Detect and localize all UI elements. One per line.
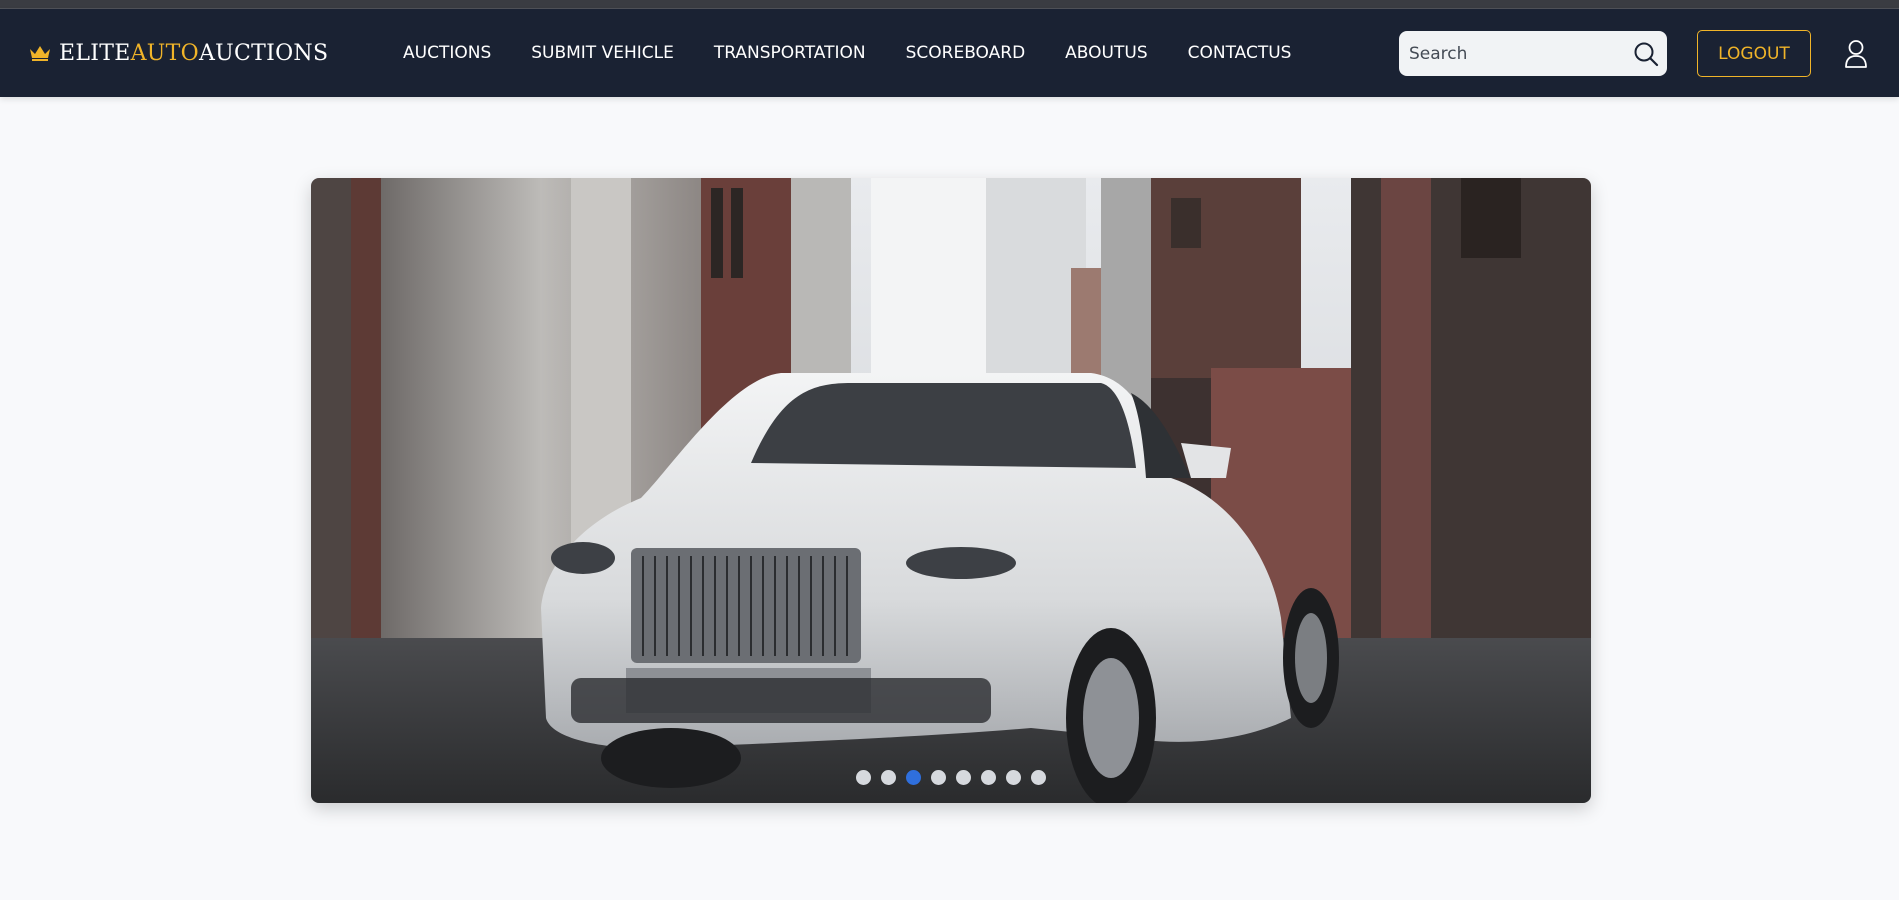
search-icon[interactable]: [1633, 41, 1659, 67]
browser-top-strip: [0, 0, 1899, 9]
main-nav: AUCTIONS SUBMIT VEHICLE TRANSPORTATION S…: [403, 9, 1331, 97]
nav-transportation[interactable]: TRANSPORTATION: [714, 43, 866, 63]
brand-logo[interactable]: ELITEAUTOAUCTIONS: [29, 9, 328, 97]
nav-aboutus[interactable]: ABOUTUS: [1065, 43, 1147, 63]
brand-name-accent: AUTO: [130, 40, 199, 66]
carousel-dot-2[interactable]: [881, 770, 896, 785]
user-icon[interactable]: [1844, 39, 1868, 69]
search-box: [1399, 31, 1667, 76]
logout-button[interactable]: LOGOUT: [1697, 30, 1811, 77]
nav-contactus[interactable]: CONTACTUS: [1188, 43, 1292, 63]
brand-name-part1: ELITE: [59, 40, 131, 66]
carousel-dot-3-active[interactable]: [906, 770, 921, 785]
carousel-dot-1[interactable]: [856, 770, 871, 785]
nav-submit-vehicle[interactable]: SUBMIT VEHICLE: [531, 43, 674, 63]
crown-icon: [30, 46, 50, 61]
carousel-dot-7[interactable]: [1006, 770, 1021, 785]
carousel-dot-8[interactable]: [1031, 770, 1046, 785]
hero-carousel[interactable]: [311, 178, 1591, 803]
brand-name: ELITEAUTOAUCTIONS: [59, 41, 328, 66]
navbar: ELITEAUTOAUCTIONS AUCTIONS SUBMIT VEHICL…: [0, 9, 1899, 97]
carousel-indicators: [311, 770, 1591, 785]
carousel-slide-image: [311, 178, 1591, 803]
carousel-dot-5[interactable]: [956, 770, 971, 785]
nav-scoreboard[interactable]: SCOREBOARD: [906, 43, 1026, 63]
nav-auctions[interactable]: AUCTIONS: [403, 43, 491, 63]
carousel-dot-6[interactable]: [981, 770, 996, 785]
search-input[interactable]: [1409, 43, 1619, 64]
carousel-dot-4[interactable]: [931, 770, 946, 785]
brand-name-part3: AUCTIONS: [198, 40, 329, 66]
